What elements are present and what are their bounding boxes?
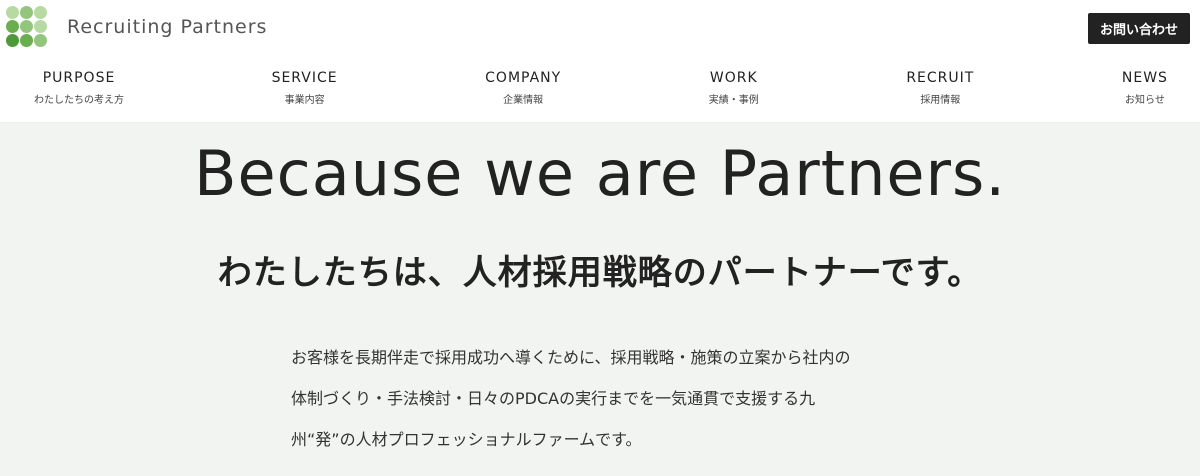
nav-label-en: NEWS [1121, 70, 1168, 86]
logo-dot [34, 6, 47, 19]
logo-dot [6, 20, 19, 33]
logo-dot [34, 20, 47, 33]
nav-item-company[interactable]: COMPANY 企業情報 [485, 70, 561, 106]
site-header: Recruiting Partners お問い合わせ PURPOSE わたしたち… [0, 0, 1200, 123]
nav-label-en: COMPANY [485, 70, 562, 86]
logo-dot [20, 34, 33, 47]
hero-description-line: 体制づくり・手法検討・日々のPDCAの実行までを一気通貫で支援する九 [291, 389, 816, 408]
logo-dot [6, 6, 19, 19]
nav-item-recruit[interactable]: RECRUIT 採用情報 [906, 70, 974, 106]
nav-label-ja: 事業内容 [284, 95, 325, 106]
logo-dots-icon [6, 6, 47, 47]
hero-description: お客様を長期伴走で採用成功へ導くために、採用戦略・施策の立案から社内の 体制づく… [291, 337, 931, 460]
nav-label-ja: わたしたちの考え方 [34, 95, 124, 106]
nav-item-news[interactable]: NEWS お知らせ [1122, 70, 1168, 106]
hero-headline-ja: わたしたちは、人材採用戦略のパートナーです。 [217, 253, 983, 293]
nav-label-ja: お知らせ [1125, 95, 1165, 106]
nav-label-ja: 企業情報 [503, 95, 544, 106]
nav-item-service[interactable]: SERVICE 事業内容 [272, 70, 338, 106]
hero-section: Because we are Partners. わたしたちは、人材採用戦略のパ… [0, 123, 1200, 476]
nav-label-en: RECRUIT [906, 70, 975, 86]
logo-dot [20, 6, 33, 19]
nav-item-purpose[interactable]: PURPOSE わたしたちの考え方 [34, 70, 124, 106]
logo-dot [34, 34, 47, 47]
nav-label-en: PURPOSE [42, 70, 116, 86]
logo[interactable]: Recruiting Partners [6, 6, 267, 47]
nav-item-work[interactable]: WORK 実績・事例 [709, 70, 759, 106]
nav-label-en: SERVICE [271, 70, 338, 86]
logo-dot [20, 20, 33, 33]
logo-dot [6, 34, 19, 47]
brand-name: Recruiting Partners [67, 15, 268, 38]
nav-label-ja: 実績・事例 [708, 95, 759, 106]
nav-label-en: WORK [709, 70, 758, 86]
contact-button[interactable]: お問い合わせ [1087, 13, 1190, 44]
hero-headline-en: Because we are Partners. [193, 137, 1007, 210]
main-nav: PURPOSE わたしたちの考え方 SERVICE 事業内容 COMPANY 企… [0, 70, 1200, 106]
nav-label-ja: 採用情報 [920, 95, 961, 106]
hero-description-line: お客様を長期伴走で採用成功へ導くために、採用戦略・施策の立案から社内の [291, 348, 851, 367]
hero-description-line: 州“発”の人材プロフェッショナルファームです。 [291, 430, 642, 449]
